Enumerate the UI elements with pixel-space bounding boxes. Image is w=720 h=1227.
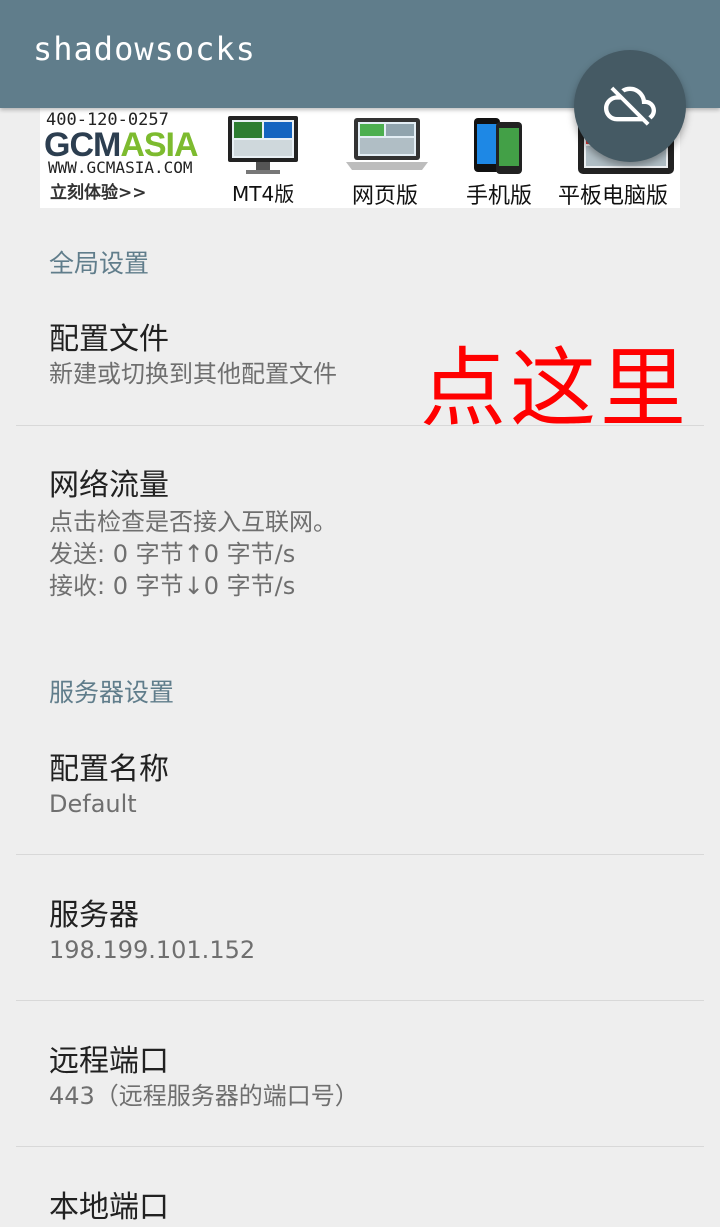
remote-port-title: 远程端口 [49,1044,169,1079]
section-header-global: 全局设置 [49,249,150,278]
cloud-off-icon [604,78,656,134]
traffic-received: 接收: 0 字节↓0 字节/s [49,572,296,600]
ad-label-web: 网页版 [352,184,419,208]
app-title: shadowsocks [33,30,256,68]
traffic-sent: 发送: 0 字节↑0 字节/s [49,540,296,568]
server-title: 服务器 [49,898,139,933]
traffic-status: 点击检查是否接入互联网。 [49,508,337,536]
ad-url: WWW.GCMASIA.COM [48,158,193,177]
monitor-icon [226,114,300,180]
ad-cta-link[interactable]: 立刻体验>> [50,178,147,203]
profile-name-value: Default [49,790,137,818]
remote-port-value: 443（远程服务器的端口号） [49,1082,359,1110]
phone-icon [472,116,526,180]
local-port-title: 本地端口 [49,1190,169,1225]
profile-name-title: 配置名称 [49,752,169,787]
connect-fab-button[interactable] [574,50,686,162]
ad-label-tablet: 平板电脑版 [558,184,669,208]
ad-label-mt4: MT4版 [232,182,295,206]
section-header-server: 服务器设置 [49,678,175,707]
profile-summary: 新建或切换到其他配置文件 [49,360,337,388]
ad-label-mobile: 手机版 [466,184,533,208]
server-value: 198.199.101.152 [49,936,256,964]
traffic-title: 网络流量 [49,468,169,503]
profile-title: 配置文件 [49,322,169,357]
laptop-icon [346,114,428,180]
